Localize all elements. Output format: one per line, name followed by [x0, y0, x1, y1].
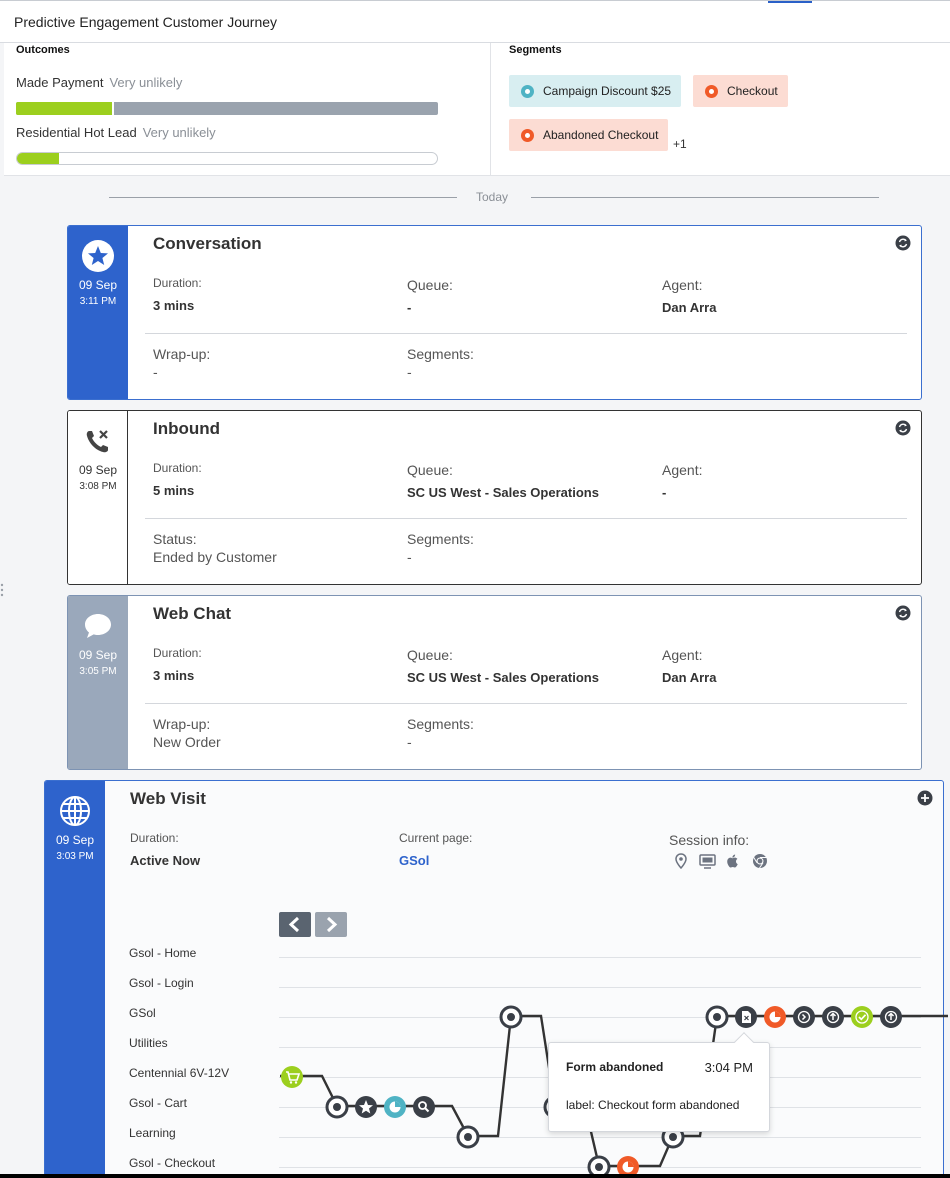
journey-node-cart-icon[interactable]: [281, 1066, 303, 1088]
journey-tooltip: Form abandoned 3:04 PM label: Checkout f…: [548, 1032, 770, 1132]
window-bottom-edge: [0, 1174, 950, 1178]
journey-node-segment-icon[interactable]: [764, 1006, 786, 1028]
tooltip-label: label: Checkout form abandoned: [566, 1098, 740, 1112]
tooltip-title: Form abandoned: [566, 1060, 664, 1074]
journey-path-chart: [280, 1005, 948, 1178]
journey-node-check-icon[interactable]: [851, 1006, 873, 1028]
journey-node-pageview[interactable]: [499, 1005, 523, 1029]
journey-node-segment-icon[interactable]: [384, 1096, 406, 1118]
journey-node-chevron-icon[interactable]: [793, 1006, 815, 1028]
resize-handle[interactable]: [0, 580, 4, 600]
journey-node-upload-icon[interactable]: [822, 1006, 844, 1028]
journey-node-pageview[interactable]: [325, 1095, 349, 1119]
journey-node-form-abandoned-icon[interactable]: [735, 1006, 757, 1028]
journey-node-search-icon[interactable]: [413, 1096, 435, 1118]
tooltip-time: 3:04 PM: [704, 1060, 753, 1075]
journey-node-pageview[interactable]: [456, 1125, 480, 1149]
journey-node-upload-icon[interactable]: [880, 1006, 902, 1028]
journey-node-star-icon[interactable]: [355, 1096, 377, 1118]
journey-node-pageview[interactable]: [705, 1005, 729, 1029]
